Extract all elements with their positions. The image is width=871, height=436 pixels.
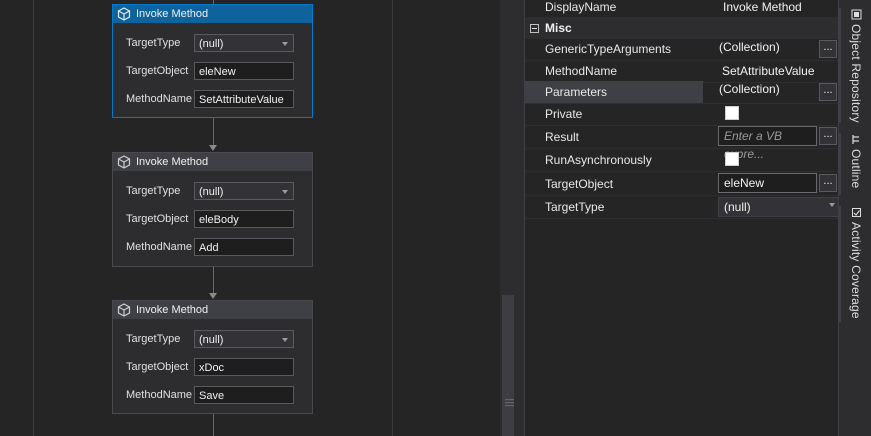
- target-object-input[interactable]: eleNew: [194, 62, 294, 80]
- tab-activity-coverage[interactable]: Activity Coverage: [846, 207, 866, 319]
- target-object-label: TargetObject: [126, 65, 189, 77]
- method-name-input[interactable]: SetAttributeValue: [194, 90, 294, 108]
- target-type-dropdown[interactable]: (null): [194, 34, 294, 52]
- property-row-methodname[interactable]: MethodName SetAttributeValue: [525, 60, 839, 83]
- target-object-label: TargetObject: [126, 361, 189, 373]
- sequence-connector: [213, 267, 214, 294]
- sequence-connector: [213, 414, 214, 436]
- method-name-label: MethodName: [126, 389, 193, 401]
- target-type-dropdown[interactable]: (null): [703, 196, 839, 218]
- activity-header[interactable]: Invoke Method: [113, 301, 312, 319]
- property-name: DisplayName: [545, 0, 617, 14]
- tab-label: Outline: [849, 149, 863, 189]
- property-name: Private: [545, 107, 583, 121]
- collection-value: (Collection): [719, 82, 780, 96]
- target-type-label: TargetType: [126, 37, 181, 49]
- activity-header[interactable]: Invoke Method: [113, 5, 312, 23]
- ellipsis-button[interactable]: ...: [819, 174, 837, 192]
- ellipsis-button[interactable]: ...: [819, 83, 837, 101]
- chevron-down-icon: [282, 338, 288, 342]
- activity-title: Invoke Method: [136, 304, 209, 316]
- invoke-method-icon: [117, 7, 131, 21]
- property-value[interactable]: (Collection) ...: [703, 81, 839, 103]
- property-name: GenericTypeArguments: [545, 42, 672, 56]
- invoke-method-icon: [117, 155, 131, 169]
- property-name: TargetType: [545, 200, 605, 214]
- target-type-dropdown[interactable]: (null): [194, 330, 294, 348]
- property-value[interactable]: [703, 103, 839, 125]
- ellipsis-button[interactable]: ...: [819, 40, 837, 58]
- collapse-icon[interactable]: [530, 23, 539, 33]
- splitter-grip-icon[interactable]: — — —: [505, 395, 514, 410]
- property-value[interactable]: SetAttributeValue: [703, 60, 839, 82]
- target-object-expression-input[interactable]: eleNew: [718, 173, 817, 193]
- collection-value: (Collection): [719, 40, 780, 54]
- property-name: TargetObject: [545, 176, 614, 191]
- property-row-result[interactable]: Result Enter a VB expre... ...: [525, 125, 839, 161]
- invoke-method-activity-3[interactable]: Invoke Method TargetType (null) TargetOb…: [112, 300, 313, 414]
- activity-coverage-icon: [851, 208, 861, 217]
- chevron-down-icon: [829, 203, 835, 207]
- connector-arrow: [209, 293, 217, 299]
- method-name-label: MethodName: [126, 93, 193, 105]
- property-row-targettype[interactable]: TargetType (null): [525, 196, 839, 219]
- properties-panel: DisplayName Invoke Method Misc GenericTy…: [524, 0, 839, 436]
- property-row-generictypearguments[interactable]: GenericTypeArguments (Collection) ...: [525, 38, 839, 61]
- target-type-label: TargetType: [126, 333, 181, 345]
- property-row-targetobject[interactable]: TargetObject eleNew ...: [525, 172, 839, 196]
- property-name: Result: [545, 129, 580, 144]
- tab-label: Object Repository: [849, 24, 863, 123]
- property-name: MethodName: [545, 64, 618, 78]
- property-row-private[interactable]: Private: [525, 103, 839, 126]
- property-value[interactable]: Invoke Method: [703, 0, 839, 18]
- invoke-method-activity-1[interactable]: Invoke Method TargetType (null) TargetOb…: [112, 4, 313, 118]
- tab-outline[interactable]: Outline: [846, 134, 866, 188]
- designer-guide-line: [392, 0, 393, 436]
- workflow-designer[interactable]: Invoke Method TargetType (null) TargetOb…: [0, 0, 500, 436]
- method-name-input[interactable]: Save: [194, 386, 294, 404]
- tab-label: Activity Coverage: [849, 222, 863, 319]
- property-name: RunAsynchronously: [545, 153, 652, 167]
- sequence-connector: [213, 118, 214, 146]
- object-repository-icon: [851, 9, 861, 20]
- chevron-down-icon: [282, 42, 288, 46]
- target-object-label: TargetObject: [126, 213, 189, 225]
- target-type-value: (null): [718, 197, 839, 217]
- outline-icon: [851, 135, 859, 144]
- ellipsis-button[interactable]: ...: [819, 127, 837, 145]
- target-type-value: (null): [199, 334, 224, 346]
- result-expression-input[interactable]: Enter a VB expre...: [718, 126, 817, 161]
- target-type-value: (null): [199, 186, 224, 198]
- category-misc[interactable]: Misc: [525, 17, 839, 39]
- designer-scrollbar[interactable]: [502, 295, 514, 436]
- target-type-value: (null): [199, 38, 224, 50]
- target-object-input[interactable]: eleBody: [194, 210, 294, 228]
- activity-title: Invoke Method: [136, 8, 209, 20]
- target-object-input[interactable]: xDoc: [194, 358, 294, 376]
- property-value[interactable]: (Collection) ...: [703, 38, 839, 60]
- invoke-method-activity-2[interactable]: Invoke Method TargetType (null) TargetOb…: [112, 152, 313, 267]
- connector-arrow: [209, 145, 217, 151]
- property-value[interactable]: eleNew ...: [703, 172, 839, 195]
- activity-header[interactable]: Invoke Method: [113, 153, 312, 171]
- method-name-input[interactable]: Add: [194, 238, 294, 256]
- method-name-label: MethodName: [126, 241, 193, 253]
- side-tab-strip: Object Repository Outline Activity Cover…: [838, 0, 871, 436]
- invoke-method-icon: [117, 303, 131, 317]
- target-type-label: TargetType: [126, 185, 181, 197]
- property-value[interactable]: Enter a VB expre... ...: [703, 125, 839, 161]
- property-name: Parameters: [525, 81, 703, 103]
- property-value[interactable]: [703, 149, 839, 171]
- run-asynchronously-checkbox[interactable]: [725, 152, 739, 166]
- property-row-runasynchronously[interactable]: RunAsynchronously: [525, 149, 839, 172]
- designer-guide-line: [33, 0, 34, 436]
- chevron-down-icon: [282, 190, 288, 194]
- activity-title: Invoke Method: [136, 156, 209, 168]
- target-type-dropdown[interactable]: (null): [194, 182, 294, 200]
- property-row-parameters[interactable]: Parameters (Collection) ...: [525, 81, 839, 104]
- tab-object-repository[interactable]: Object Repository: [846, 9, 866, 123]
- private-checkbox[interactable]: [725, 106, 739, 120]
- category-label: Misc: [545, 21, 572, 35]
